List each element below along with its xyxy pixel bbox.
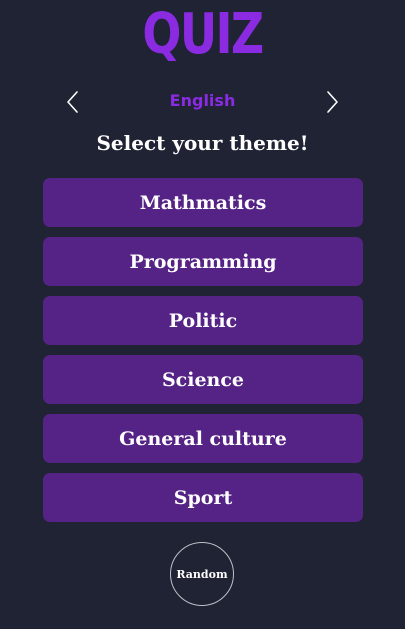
theme-button-mathematics[interactable]: Mathmatics — [43, 178, 363, 227]
theme-button-programming[interactable]: Programming — [43, 237, 363, 286]
random-button[interactable]: Random — [170, 542, 234, 606]
chevron-right-icon[interactable] — [318, 88, 346, 116]
theme-prompt: Select your theme! — [96, 131, 309, 155]
theme-button-general-culture[interactable]: General culture — [43, 414, 363, 463]
theme-button-politic[interactable]: Politic — [43, 296, 363, 345]
app-title: QUIZ — [142, 2, 264, 67]
language-selector: English — [0, 88, 405, 116]
theme-button-sport[interactable]: Sport — [43, 473, 363, 522]
theme-list: Mathmatics Programming Politic Science G… — [43, 178, 363, 532]
theme-button-science[interactable]: Science — [43, 355, 363, 404]
chevron-left-icon[interactable] — [60, 88, 88, 116]
